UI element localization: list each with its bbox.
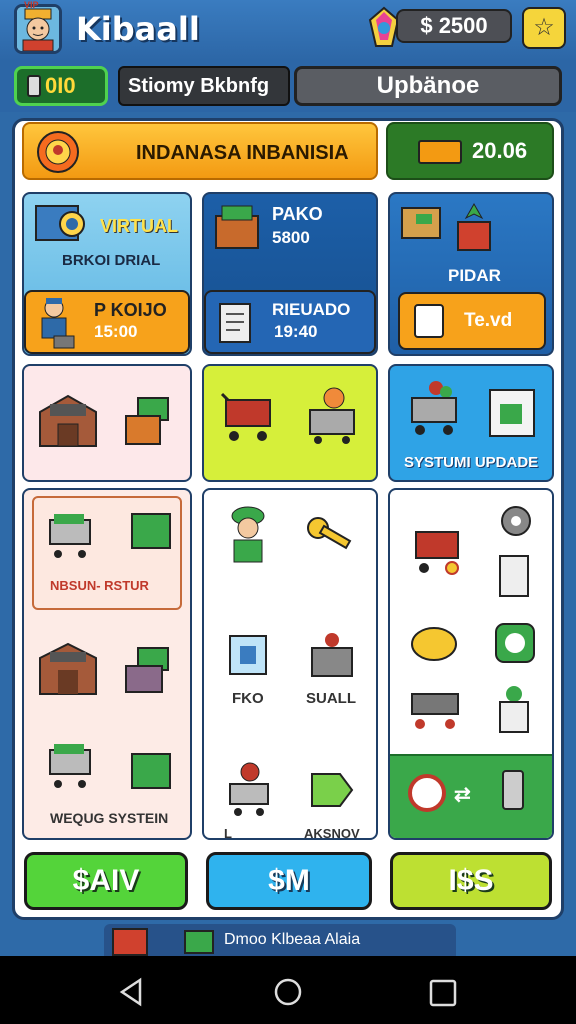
shopper-icon xyxy=(229,762,269,816)
document-icon xyxy=(219,303,251,343)
restock-label: NBSUN- RSTUR xyxy=(50,578,149,593)
boxes-icon xyxy=(125,397,169,445)
can-icon xyxy=(499,555,529,597)
cart-full-icon xyxy=(411,381,457,435)
cube-box-icon xyxy=(229,635,267,675)
tag-icon xyxy=(311,773,354,807)
system-update-card[interactable]: SYSTUMI UPDADE xyxy=(388,364,554,482)
exchange-icon: ⇄ xyxy=(454,784,471,806)
avatar-icon xyxy=(17,7,59,51)
virtual-title: VIRTUAL xyxy=(100,216,178,236)
home-icon[interactable] xyxy=(272,976,304,1008)
left-inventory-card[interactable]: NBSUN- RSTUR WEQUG SYSTEIN xyxy=(22,488,192,840)
pidar-action-button[interactable]: Te.vd xyxy=(398,292,546,350)
virtual-action-line1: P KOIJO xyxy=(94,300,167,320)
clover-icon xyxy=(495,623,535,663)
cash-banner[interactable]: 20.06 xyxy=(386,122,554,180)
worker-icon xyxy=(41,298,75,349)
middle-label-suall: SUALL xyxy=(306,690,356,707)
package-icon xyxy=(401,207,441,239)
avatar-badge: VIP xyxy=(24,0,39,10)
region-banner[interactable]: INDANASA INBANISIA xyxy=(22,122,378,180)
flag-icon xyxy=(184,930,214,954)
green-crate-icon xyxy=(131,513,171,549)
cash-banner-value: 20.06 xyxy=(472,138,528,163)
virtual-action-line2: 15:00 xyxy=(94,322,138,341)
star-button[interactable]: ☆ xyxy=(522,7,566,49)
tab-inventory[interactable]: 0I0 xyxy=(14,66,108,106)
middle-inventory-card[interactable]: FKO SUALL L AKSNOV xyxy=(202,488,378,840)
battery-icon xyxy=(27,75,41,97)
pako-value: 5800 xyxy=(272,228,310,247)
pidar-action-label: Te.vd xyxy=(464,310,513,331)
clock-icon xyxy=(408,774,446,812)
key-icon xyxy=(307,517,352,550)
tube-icon xyxy=(502,770,524,810)
tab-upgrade-label: Upbänoe xyxy=(376,72,480,99)
green-buy-button[interactable]: $AIV xyxy=(24,852,188,910)
carts-card[interactable] xyxy=(202,364,378,482)
trolley-icon xyxy=(411,693,459,729)
tab-inventory-label: 0I0 xyxy=(45,73,76,98)
region-banner-label: INDANASA INBANISIA xyxy=(136,142,349,164)
pako-card[interactable]: PAKO 5800 RIEUADO 19:40 xyxy=(202,192,378,356)
money-counter: $ 2500 xyxy=(396,9,512,43)
virtual-action-button[interactable]: P KOIJO 15:00 xyxy=(24,290,190,354)
plant-pot-icon xyxy=(457,202,491,251)
stacked-trays-icon xyxy=(311,633,353,677)
chef-character-icon xyxy=(231,506,265,563)
shop-front-icon xyxy=(112,928,148,956)
recents-icon[interactable] xyxy=(428,978,458,1008)
plant-box-icon xyxy=(499,686,529,733)
warehouse-icon xyxy=(39,394,97,447)
tab-store[interactable]: Stiomy Bkbnfg xyxy=(118,66,290,106)
cart-produce-icon xyxy=(49,514,91,558)
pidar-card[interactable]: PIDAR Te.vd xyxy=(388,192,554,356)
cash-register-icon xyxy=(418,140,462,164)
pako-action-line2: 19:40 xyxy=(274,322,318,341)
middle-label-l: L xyxy=(224,826,232,840)
stacked-crates-icon xyxy=(125,647,169,693)
system-label: WEQUG SYSTEIN xyxy=(50,810,169,826)
server-box-icon xyxy=(489,389,535,437)
tab-upgrade[interactable]: Upbänoe xyxy=(294,66,562,106)
red-cart-icon xyxy=(415,531,459,575)
cart-goods-icon xyxy=(49,744,91,788)
lemon-icon xyxy=(411,627,457,661)
gear-icon[interactable] xyxy=(494,500,538,542)
shopping-cart-icon xyxy=(220,392,271,441)
shopper-cart-icon xyxy=(309,387,355,444)
game-title: Kibaall xyxy=(76,10,200,48)
warehouse-card[interactable] xyxy=(22,364,192,482)
lime-buy-button[interactable]: I$S xyxy=(390,852,552,910)
crate-icon xyxy=(215,205,259,249)
player-avatar[interactable] xyxy=(14,4,62,54)
virtual-card[interactable]: VIRTUAL BRKOI DRIAL P KOIJO 15:00 xyxy=(22,192,192,356)
pako-action-button[interactable]: RIEUADO 19:40 xyxy=(204,290,376,354)
middle-label-aksnov: AKSNOV xyxy=(304,826,360,840)
middle-label-fko: FKO xyxy=(232,690,264,707)
tab-store-label: Stiomy Bkbnfg xyxy=(128,75,270,97)
crate-stack-icon xyxy=(131,753,171,789)
pidar-label: PIDAR xyxy=(448,266,501,285)
note-icon xyxy=(414,304,444,338)
tools-footer-panel[interactable]: ⇄ xyxy=(390,754,552,838)
shop-building-icon xyxy=(39,642,97,695)
star-icon: ☆ xyxy=(533,14,555,41)
news-ticker-text: Dmoo Klbeaa Alaia xyxy=(224,931,361,948)
monitor-icon xyxy=(35,205,85,241)
pako-action-line1: RIEUADO xyxy=(272,300,351,319)
back-icon[interactable] xyxy=(116,976,148,1008)
sun-emblem-icon xyxy=(37,131,79,173)
right-tools-card[interactable]: ⇄ xyxy=(388,488,554,840)
news-ticker[interactable]: Dmoo Klbeaa Alaia xyxy=(104,924,456,956)
blue-buy-button[interactable]: $M xyxy=(206,852,372,910)
system-update-label: SYSTUMI UPDADE xyxy=(404,454,539,471)
virtual-subtitle: BRKOI DRIAL xyxy=(62,252,161,269)
pako-title: PAKO xyxy=(272,204,323,224)
